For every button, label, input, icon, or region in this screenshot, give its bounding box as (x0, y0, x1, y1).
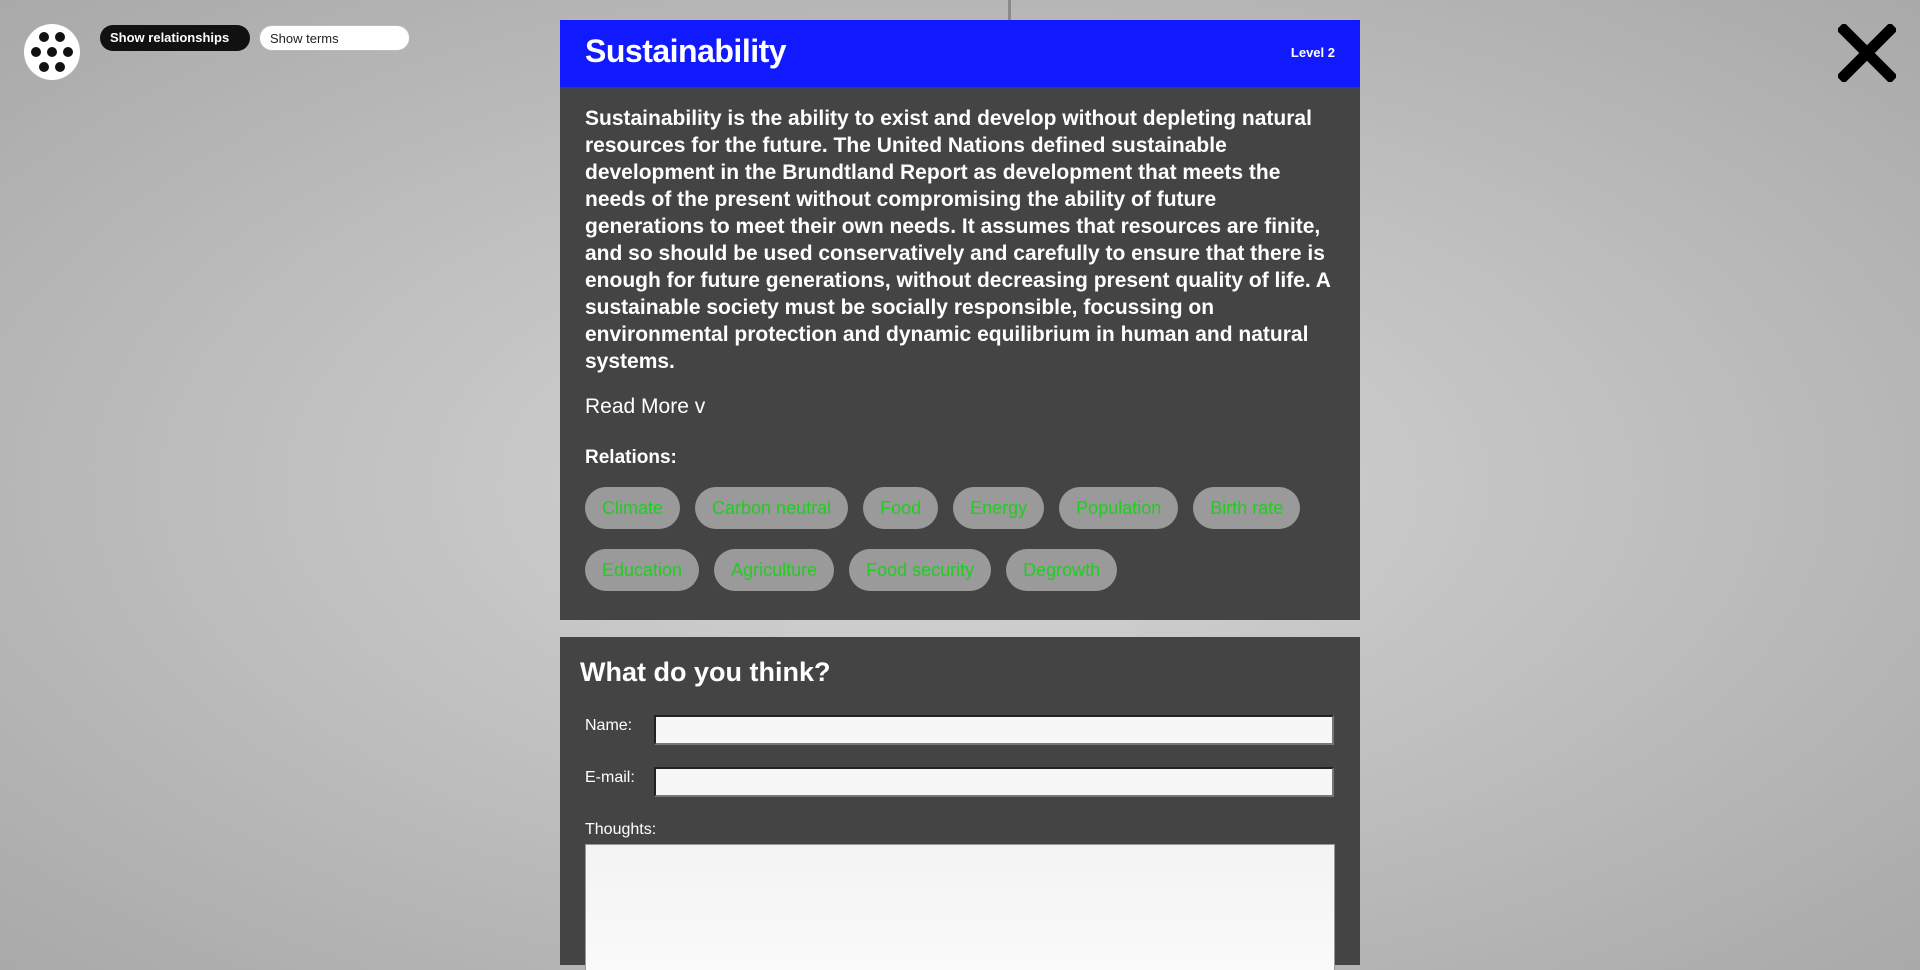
form-title: What do you think? (580, 657, 831, 687)
show-relationships-toggle[interactable]: Show relationships (100, 25, 250, 51)
relations-list: Climate Carbon neutral Food Energy Populatio… (585, 487, 1345, 611)
term-description: Sustainability is the ability to exist a… (585, 107, 1331, 373)
show-terms-toggle[interactable]: Show terms (259, 25, 410, 51)
name-field[interactable] (654, 715, 1334, 745)
email-label: E-mail: (585, 769, 635, 786)
relation-chip[interactable]: Degrowth (1006, 549, 1118, 591)
relations-heading: Relations: (585, 447, 677, 468)
dots-circle-icon[interactable] (24, 24, 80, 80)
relation-chip[interactable]: Population (1059, 487, 1179, 529)
card-header: Sustainability Level 2 (560, 20, 1360, 87)
term-card: Sustainability Level 2 Sustainability is… (560, 20, 1360, 620)
name-label: Name: (585, 717, 633, 734)
relation-chip[interactable]: Energy (953, 487, 1045, 529)
thoughts-field[interactable] (585, 844, 1335, 970)
relation-chip[interactable]: Agriculture (714, 549, 835, 591)
email-field[interactable] (654, 767, 1334, 797)
relation-chip[interactable]: Food (863, 487, 939, 529)
card-title: Sustainability (585, 33, 787, 69)
relation-chip[interactable]: Birth rate (1193, 487, 1301, 529)
relation-chip[interactable]: Food security (849, 549, 992, 591)
thoughts-label: Thoughts: (585, 821, 657, 838)
feedback-form: What do you think? Name: E-mail: Thought… (560, 637, 1360, 970)
relation-chip[interactable]: Education (585, 549, 700, 591)
relation-chip[interactable]: Climate (585, 487, 681, 529)
close-icon[interactable] (1836, 22, 1898, 84)
card-body: Sustainability is the ability to exist a… (560, 87, 1360, 611)
level-badge: Level 2 (1290, 45, 1335, 60)
read-more-link[interactable]: Read More v (585, 395, 705, 419)
relation-chip[interactable]: Carbon neutral (695, 487, 849, 529)
